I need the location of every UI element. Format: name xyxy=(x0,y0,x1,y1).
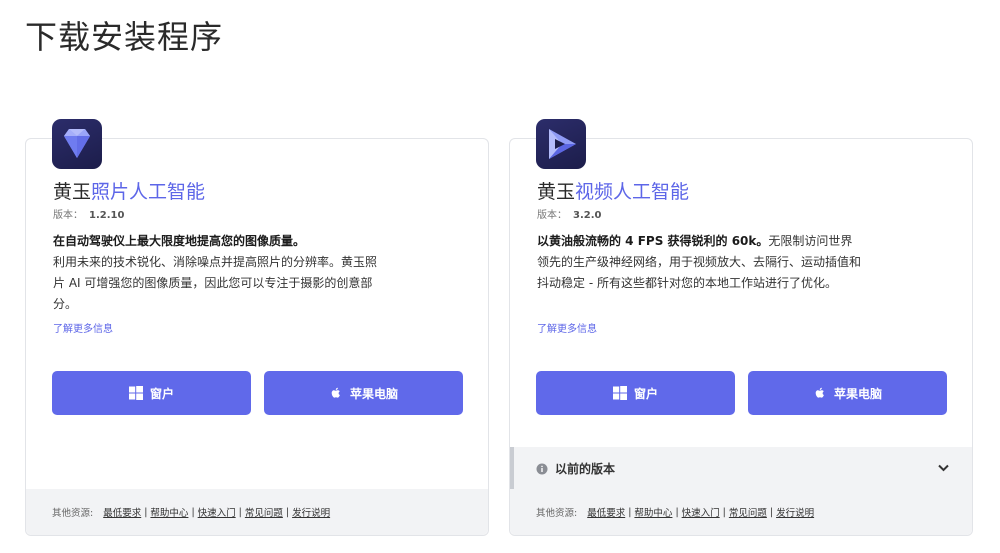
photo-ai-logo-icon xyxy=(52,119,102,169)
product-name: 黄玉视频人工智能 xyxy=(537,177,689,204)
previous-versions-toggle[interactable]: 以前的版本 xyxy=(510,447,972,490)
link-faq[interactable]: 常见问题 xyxy=(245,505,283,519)
product-card-photo-ai: 黄玉照片人工智能 版本： 1.2.10 在自动驾驶仪上最大限度地提高您的图像质量。… xyxy=(25,119,489,536)
version-info: 版本： 1.2.10 xyxy=(53,206,124,221)
description-body: 利用未来的技术锐化、消除噪点并提高照片的分辨率。黄玉照片 AI 可增强您的图像质… xyxy=(53,255,378,311)
link-separator: | xyxy=(628,506,632,518)
version-number: 1.2.10 xyxy=(89,210,125,221)
link-minimum-requirements[interactable]: 最低要求 xyxy=(587,505,625,519)
product-name: 黄玉照片人工智能 xyxy=(53,177,205,204)
download-mac-button[interactable]: 苹果电脑 xyxy=(748,371,947,415)
link-separator: | xyxy=(191,506,195,518)
description-headline: 以黄油般流畅的 4 FPS 获得锐利的 60k。 xyxy=(537,234,769,248)
link-release-notes[interactable]: 发行说明 xyxy=(776,505,814,519)
info-icon xyxy=(536,463,548,475)
page-title: 下载安装程序 xyxy=(25,18,224,56)
version-info: 版本： 3.2.0 xyxy=(537,206,601,221)
other-resources-label: 其他资源: xyxy=(52,508,94,519)
product-name-accent: 照片人工智能 xyxy=(91,181,206,203)
download-windows-label: 窗户 xyxy=(633,386,658,401)
learn-more-link[interactable]: 了解更多信息 xyxy=(53,320,113,335)
product-name-brand: 黄玉 xyxy=(537,181,576,203)
download-windows-button[interactable]: 窗户 xyxy=(536,371,735,415)
link-separator: | xyxy=(769,506,774,518)
download-windows-button[interactable]: 窗户 xyxy=(52,371,251,415)
download-mac-label: 苹果电脑 xyxy=(349,386,398,401)
windows-logo-icon xyxy=(612,386,627,400)
link-separator: | xyxy=(144,506,148,518)
version-label: 版本： xyxy=(537,210,567,221)
learn-more-link[interactable]: 了解更多信息 xyxy=(537,320,597,335)
link-faq[interactable]: 常见问题 xyxy=(729,505,767,519)
download-mac-button[interactable]: 苹果电脑 xyxy=(264,371,463,415)
link-separator: | xyxy=(722,506,726,518)
other-resources-footer: 其他资源: 最低要求 | 帮助中心 | 快速入门 | 常见问题 | 发行说明 xyxy=(510,489,972,535)
other-resources-footer: 其他资源: 最低要求 | 帮助中心 | 快速入门 | 常见问题 | 发行说明 xyxy=(26,489,488,535)
download-windows-label: 窗户 xyxy=(149,386,174,401)
product-description: 在自动驾驶仪上最大限度地提高您的图像质量。 利用未来的技术锐化、消除噪点并提高照… xyxy=(53,231,378,315)
link-separator: | xyxy=(675,506,679,518)
link-help-center[interactable]: 帮助中心 xyxy=(634,505,672,519)
chevron-down-icon xyxy=(938,464,949,472)
link-separator: | xyxy=(285,506,290,518)
link-release-notes[interactable]: 发行说明 xyxy=(292,505,330,519)
other-resources-label: 其他资源: xyxy=(536,508,578,519)
product-description: 以黄油般流畅的 4 FPS 获得锐利的 60k。无限制访问世界领先的生产级神经网… xyxy=(537,231,862,294)
apple-logo-icon xyxy=(329,386,343,400)
download-mac-label: 苹果电脑 xyxy=(833,386,882,401)
description-headline: 在自动驾驶仪上最大限度地提高您的图像质量。 xyxy=(53,234,306,248)
product-name-brand: 黄玉 xyxy=(53,181,92,203)
apple-logo-icon xyxy=(813,386,827,400)
version-number: 3.2.0 xyxy=(573,210,602,221)
version-label: 版本： xyxy=(53,210,83,221)
link-quick-start[interactable]: 快速入门 xyxy=(198,505,236,519)
link-quick-start[interactable]: 快速入门 xyxy=(682,505,720,519)
product-card-video-ai: 黄玉视频人工智能 版本： 3.2.0 以黄油般流畅的 4 FPS 获得锐利的 60… xyxy=(509,119,973,536)
product-name-accent: 视频人工智能 xyxy=(575,181,690,203)
previous-versions-label: 以前的版本 xyxy=(555,462,616,476)
link-minimum-requirements[interactable]: 最低要求 xyxy=(103,505,141,519)
link-help-center[interactable]: 帮助中心 xyxy=(150,505,188,519)
link-separator: | xyxy=(238,506,242,518)
video-ai-logo-icon xyxy=(536,119,586,169)
windows-logo-icon xyxy=(128,386,143,400)
